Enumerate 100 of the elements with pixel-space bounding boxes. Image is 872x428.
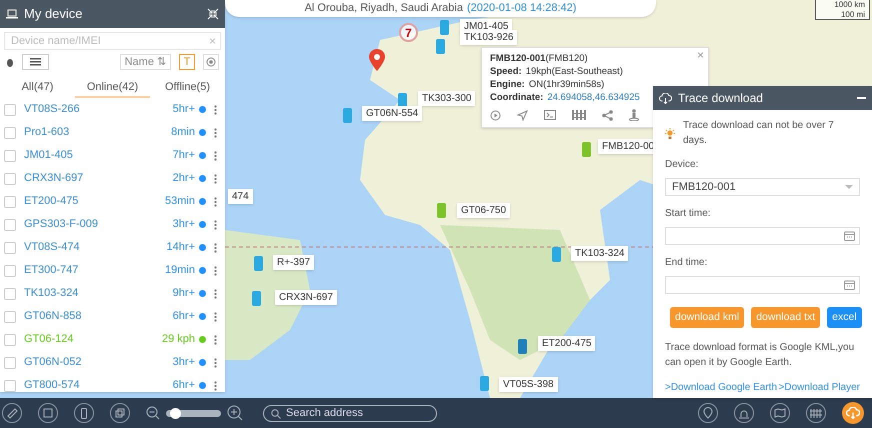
device-status: 5hr+ (172, 102, 195, 118)
field-value[interactable]: 24.694058,46.634925 (547, 91, 640, 104)
ruler-icon[interactable] (2, 403, 22, 423)
checkbox[interactable] (4, 150, 16, 162)
cloud-download-icon (846, 407, 860, 419)
more-icon[interactable] (214, 288, 217, 298)
sort-button[interactable]: Name ⇅ (120, 54, 171, 70)
slider-thumb[interactable] (170, 408, 180, 418)
checkbox[interactable] (4, 104, 16, 116)
more-icon[interactable] (214, 104, 217, 114)
checkbox[interactable] (4, 334, 16, 346)
download-link[interactable]: >Download Player (778, 380, 860, 395)
device-name[interactable]: JM01-405 (24, 147, 165, 164)
street-view-icon[interactable] (629, 109, 639, 121)
dropdown-caret-icon (845, 185, 853, 189)
calendar-icon[interactable] (844, 280, 855, 290)
cloud-download-button[interactable] (842, 402, 864, 424)
car-icon[interactable] (436, 39, 445, 54)
field-value: 19kph(East-Southeast) (526, 65, 623, 78)
checkbox[interactable] (4, 380, 16, 392)
note-text: Trace download format is Google KML,you can open it by Google Earth. (665, 341, 856, 370)
share-icon[interactable] (602, 110, 613, 120)
checkbox[interactable] (4, 356, 16, 368)
more-icon[interactable] (214, 312, 217, 322)
field-value: ON(1hr39min58s) (528, 78, 604, 91)
more-icon[interactable] (214, 242, 217, 252)
address-time: (2020-01-08 14:28:42) (466, 1, 576, 16)
zoom-slider[interactable] (166, 410, 221, 416)
device-name[interactable]: VT08S-266 (24, 101, 165, 118)
zoom-out-icon[interactable] (146, 406, 160, 420)
download-button[interactable]: download txt (751, 307, 820, 328)
popup-title: FMB120-001(FMB120) (490, 52, 589, 65)
more-icon[interactable] (214, 220, 217, 230)
filter-tab[interactable]: Offline(5) (150, 78, 225, 98)
download-link[interactable]: >Download Google Earth (665, 380, 778, 395)
alarm-icon[interactable] (734, 403, 754, 423)
more-icon[interactable] (214, 358, 217, 368)
target-icon (206, 57, 216, 67)
more-icon[interactable] (214, 380, 217, 390)
checkbox[interactable] (4, 242, 16, 254)
more-icon[interactable] (214, 266, 217, 276)
device-name[interactable]: GT06-124 (24, 331, 154, 348)
terminal-icon[interactable] (544, 110, 556, 120)
end-time-field[interactable] (665, 276, 860, 294)
select-area-icon[interactable] (38, 403, 58, 423)
calendar-icon[interactable] (844, 231, 855, 241)
list-view-button[interactable] (22, 54, 49, 70)
close-button[interactable]: × (696, 49, 704, 61)
device-name[interactable]: GPS303-F-009 (24, 216, 165, 233)
device-status: 2hr+ (172, 171, 195, 186)
device-name[interactable]: TK103-324 (24, 285, 165, 302)
more-icon[interactable] (214, 150, 217, 160)
panel-title: My device (24, 5, 83, 24)
location-pin-icon[interactable] (698, 403, 718, 423)
checkbox[interactable] (4, 126, 16, 138)
layers-icon[interactable] (110, 403, 130, 423)
device-name[interactable]: GT06N-858 (24, 308, 165, 325)
device-name[interactable]: ET300-747 (24, 262, 158, 279)
device-name[interactable]: GT800-574 (24, 377, 165, 394)
more-icon[interactable] (214, 196, 217, 206)
checkbox[interactable] (4, 264, 16, 276)
search-field[interactable]: Search address (263, 404, 437, 422)
more-icon[interactable] (214, 334, 217, 344)
address-text: Al Orouba, Riyadh, Saudi Arabia (304, 1, 463, 16)
car-icon[interactable] (518, 339, 527, 354)
more-icon[interactable] (214, 128, 217, 138)
checkbox[interactable] (4, 310, 16, 322)
device-status: 7hr+ (172, 148, 195, 164)
device-name[interactable]: ET200-475 (24, 193, 158, 210)
collapse-icon[interactable] (207, 8, 219, 20)
field-label: Coordinate: (490, 91, 544, 104)
device-name[interactable]: GT06N-052 (24, 354, 165, 371)
checkbox[interactable] (4, 288, 16, 300)
device-select[interactable]: FMB120-001 (665, 178, 860, 196)
checkbox[interactable] (4, 172, 16, 184)
checkbox[interactable] (4, 196, 16, 208)
device-name[interactable]: CRX3N-697 (24, 170, 165, 187)
lightbulb-icon (665, 128, 675, 138)
start-time-field[interactable] (665, 227, 860, 245)
fence-icon[interactable] (572, 110, 586, 120)
download-button[interactable]: excel (827, 307, 862, 328)
navigation-icon[interactable] (517, 110, 528, 120)
device-status: 19min (165, 263, 195, 278)
more-icon[interactable] (214, 174, 217, 184)
device-name[interactable]: Pro1-603 (24, 124, 164, 141)
zoom-in-icon[interactable] (227, 405, 243, 421)
filter-tab[interactable]: Online(42) (75, 78, 150, 98)
vehicle-label: VT05S-398 (499, 377, 558, 392)
locate-button[interactable] (203, 54, 219, 70)
map-icon[interactable] (770, 403, 790, 423)
fence-icon[interactable] (806, 403, 826, 423)
playback-icon[interactable] (490, 110, 501, 120)
device-name[interactable]: VT08S-474 (24, 239, 159, 256)
clear-button[interactable]: × (208, 35, 216, 47)
device-status: 3hr+ (172, 217, 195, 232)
field-label: End time: (665, 256, 708, 270)
download-button[interactable]: download kml (670, 307, 744, 328)
filter-tab[interactable]: All(47) (0, 78, 75, 98)
label-toggle[interactable]: T (179, 54, 195, 70)
checkbox[interactable] (4, 218, 16, 230)
